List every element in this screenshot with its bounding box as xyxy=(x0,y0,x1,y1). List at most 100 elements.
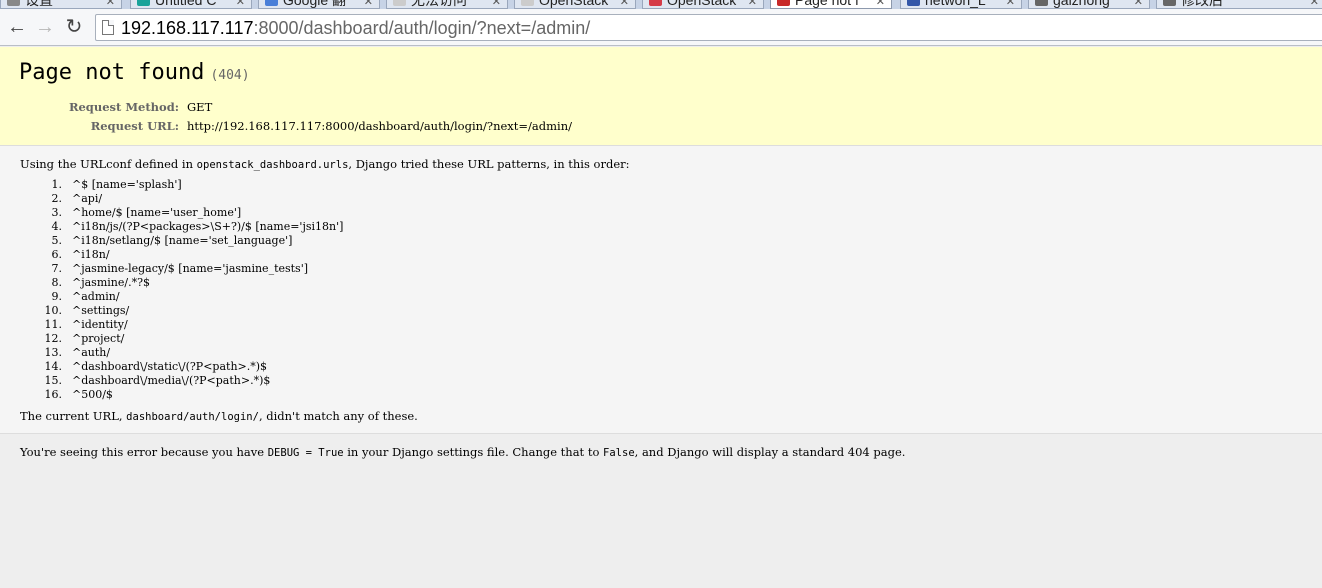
page-icon xyxy=(102,20,114,35)
request-method-label: Request Method: xyxy=(68,100,179,114)
info-section: Using the URLconf defined in openstack_d… xyxy=(0,146,1322,434)
request-method-value: GET xyxy=(187,100,213,114)
pattern-number: 15. xyxy=(44,374,63,387)
browser-tab[interactable]: Untitled C ✕ xyxy=(130,0,252,9)
pattern-number: 10. xyxy=(44,304,63,317)
debug-explanation: You're seeing this error because you hav… xyxy=(20,445,905,460)
pattern-number: 9. xyxy=(51,290,63,303)
tab-favicon-icon xyxy=(393,0,406,6)
tab-title: Page not f xyxy=(795,0,859,8)
reload-icon: ↻ xyxy=(65,16,83,38)
pattern-text: ^i18n/js/(?P<packages>\S+?)/$ [name='jsi… xyxy=(72,220,344,233)
current-url-sentence: The current URL, dashboard/auth/login/, … xyxy=(20,409,418,424)
page-title-text: Page not found xyxy=(19,60,205,85)
browser-tab[interactable]: 设置 ✕ xyxy=(0,0,122,9)
pattern-text: ^admin/ xyxy=(72,290,120,303)
tab-close-icon[interactable]: ✕ xyxy=(1006,0,1015,8)
page-title: Page not found (404) xyxy=(19,59,250,90)
tab-favicon-icon xyxy=(265,0,278,6)
pattern-text: ^jasmine/.*?$ xyxy=(72,276,150,289)
current-url: dashboard/auth/login/ xyxy=(126,411,259,423)
pattern-text: ^jasmine-legacy/$ [name='jasmine_tests'] xyxy=(72,262,309,275)
url-pattern-item: 3. ^home/$ [name='user_home'] xyxy=(20,206,242,220)
address-bar[interactable]: 192.168.117.117:8000/dashboard/auth/logi… xyxy=(95,14,1322,41)
pattern-text: ^identity/ xyxy=(72,318,128,331)
url-pattern-item: 10. ^settings/ xyxy=(20,304,130,318)
url-pattern-item: 4. ^i18n/js/(?P<packages>\S+?)/$ [name='j… xyxy=(20,220,344,234)
tab-title: Google 翻 xyxy=(283,0,347,8)
tab-close-icon[interactable]: ✕ xyxy=(748,0,757,8)
tab-title: 设置 xyxy=(25,0,53,8)
status-code: (404) xyxy=(210,68,250,83)
current-url-prefix: The current URL, xyxy=(20,409,127,423)
forward-button[interactable]: → xyxy=(33,15,57,39)
tab-favicon-icon xyxy=(1035,0,1048,6)
debug-suffix: , and Django will display a standard 404… xyxy=(634,445,906,459)
pattern-number: 1. xyxy=(51,178,63,191)
tab-close-icon[interactable]: ✕ xyxy=(1310,0,1319,8)
pattern-number: 16. xyxy=(44,388,63,401)
tab-close-icon[interactable]: ✕ xyxy=(236,0,245,8)
url-pattern-item: 8. ^jasmine/.*?$ xyxy=(20,276,150,290)
forward-arrow-icon: → xyxy=(35,16,55,38)
tab-close-icon[interactable]: ✕ xyxy=(876,0,885,8)
tab-favicon-icon xyxy=(1163,0,1176,6)
tab-close-icon[interactable]: ✕ xyxy=(364,0,373,8)
url-pattern-item: 6. ^i18n/ xyxy=(20,248,110,262)
browser-tab[interactable]: OpenStack ✕ xyxy=(642,0,764,9)
tab-title: Untitled C xyxy=(155,0,217,8)
pattern-text: ^500/$ xyxy=(72,388,113,401)
browser-tab[interactable]: Google 翻 ✕ xyxy=(258,0,380,9)
back-arrow-icon: ← xyxy=(7,16,27,38)
pattern-text: ^i18n/ xyxy=(72,248,110,261)
pattern-text: ^dashboard\/media\/(?P<path>.*)$ xyxy=(72,374,271,387)
tab-close-icon[interactable]: ✕ xyxy=(1134,0,1143,8)
browser-tab[interactable]: 修改后 ✕ xyxy=(1156,0,1322,9)
tab-favicon-icon xyxy=(907,0,920,6)
tab-close-icon[interactable]: ✕ xyxy=(620,0,629,8)
url-pattern-item: 2. ^api/ xyxy=(20,192,103,206)
browser-tab[interactable]: gaizhong ✕ xyxy=(1028,0,1150,9)
tab-close-icon[interactable]: ✕ xyxy=(492,0,501,8)
pattern-number: 11. xyxy=(44,318,63,331)
debug-setting: DEBUG = True xyxy=(267,447,344,459)
pattern-text: ^$ [name='splash'] xyxy=(72,178,182,191)
pattern-text: ^home/$ [name='user_home'] xyxy=(72,206,242,219)
address-bar-url[interactable]: 192.168.117.117:8000/dashboard/auth/logi… xyxy=(121,18,590,38)
url-pattern-item: 15. ^dashboard\/media\/(?P<path>.*)$ xyxy=(20,374,271,388)
browser-tab[interactable]: 无法访问 ✕ xyxy=(386,0,508,9)
url-pattern-item: 12. ^project/ xyxy=(20,332,125,346)
reload-button[interactable]: ↻ xyxy=(62,15,86,39)
pattern-text: ^api/ xyxy=(72,192,103,205)
back-button[interactable]: ← xyxy=(5,15,29,39)
tab-favicon-icon xyxy=(137,0,150,6)
pattern-text: ^dashboard\/static\/(?P<path>.*)$ xyxy=(72,360,268,373)
request-url-label: Request URL: xyxy=(90,119,179,133)
browser-tab[interactable]: OpenStack ✕ xyxy=(514,0,636,9)
tab-title: netwon_L xyxy=(925,0,986,8)
pattern-text: ^project/ xyxy=(72,332,125,345)
tab-close-icon[interactable]: ✕ xyxy=(106,0,115,8)
pattern-number: 14. xyxy=(44,360,63,373)
tab-title: OpenStack xyxy=(539,0,609,8)
pattern-number: 4. xyxy=(51,220,63,233)
pattern-number: 2. xyxy=(51,192,63,205)
pattern-text: ^settings/ xyxy=(72,304,130,317)
tab-favicon-icon xyxy=(7,0,20,6)
url-pattern-item: 11. ^identity/ xyxy=(20,318,128,332)
current-url-suffix: , didn't match any of these. xyxy=(258,409,418,423)
request-url-value: http://192.168.117.117:8000/dashboard/au… xyxy=(187,119,572,133)
pattern-number: 3. xyxy=(51,206,63,219)
browser-tab[interactable]: Page not f ✕ xyxy=(770,0,892,9)
url-pattern-item: 13. ^auth/ xyxy=(20,346,111,360)
pattern-text: ^i18n/setlang/$ [name='set_language'] xyxy=(72,234,293,247)
explanation-section: You're seeing this error because you hav… xyxy=(0,434,1322,588)
url-pattern-item: 9. ^admin/ xyxy=(20,290,120,304)
pattern-number: 6. xyxy=(51,248,63,261)
url-pattern-item: 16. ^500/$ xyxy=(20,388,113,402)
error-summary: Page not found (404) Request Method: GET … xyxy=(0,47,1322,146)
browser-tab[interactable]: netwon_L ✕ xyxy=(900,0,1022,9)
debug-false: False xyxy=(603,447,635,459)
pattern-number: 7. xyxy=(51,262,63,275)
url-pattern-item: 1. ^$ [name='splash'] xyxy=(20,178,182,192)
